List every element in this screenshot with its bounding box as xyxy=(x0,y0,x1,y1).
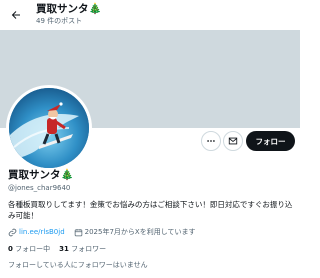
top-bar: 買取サンタ 🎄 49 件のポスト xyxy=(0,0,300,30)
avatar-image xyxy=(9,88,89,168)
profile-meta: lin.ee/rlsB0jd 2025年7月からXを利用しています xyxy=(8,227,196,237)
profile-name: 買取サンタ 🎄 xyxy=(8,168,74,182)
mutual-followers-note: フォローしている人にフォロワーはいません xyxy=(8,261,148,269)
following-stat[interactable]: 0 フォロー中 xyxy=(8,245,50,253)
following-count: 0 xyxy=(8,245,13,253)
header-title-text: 買取サンタ xyxy=(36,3,89,15)
followers-stat[interactable]: 31 フォロワー xyxy=(59,245,106,253)
calendar-icon xyxy=(74,228,82,236)
post-count: 49 件のポスト xyxy=(36,17,83,25)
profile-name-text: 買取サンタ xyxy=(8,169,61,181)
profile-handle: @jones_char9640 xyxy=(8,184,71,192)
link-icon xyxy=(8,228,17,236)
follow-button[interactable]: フォロー xyxy=(246,131,295,151)
tree-emoji: 🎄 xyxy=(88,3,102,15)
header-title: 買取サンタ 🎄 xyxy=(36,2,102,16)
follow-stats: 0 フォロー中 31 フォロワー xyxy=(8,244,106,254)
avatar[interactable] xyxy=(6,85,92,171)
back-button[interactable] xyxy=(6,5,26,25)
tree-emoji: 🎄 xyxy=(60,169,74,181)
more-horizontal-icon xyxy=(207,140,215,142)
profile-link[interactable]: lin.ee/rlsB0jd xyxy=(19,227,65,237)
mail-icon xyxy=(228,137,238,145)
following-label: フォロー中 xyxy=(15,245,51,253)
header-title-block: 買取サンタ 🎄 49 件のポスト xyxy=(36,2,102,26)
message-button[interactable] xyxy=(223,131,243,151)
arrow-left-icon xyxy=(11,11,20,19)
followers-count: 31 xyxy=(59,245,69,253)
joined-date: 2025年7月からXを利用しています xyxy=(84,228,196,236)
more-options-button[interactable] xyxy=(201,131,221,151)
followers-label: フォロワー xyxy=(71,245,107,253)
profile-bio: 各種板買取りしてます！金策でお悩みの方はご相談下さい！即日対応ですぐお振り込み可… xyxy=(8,200,293,220)
